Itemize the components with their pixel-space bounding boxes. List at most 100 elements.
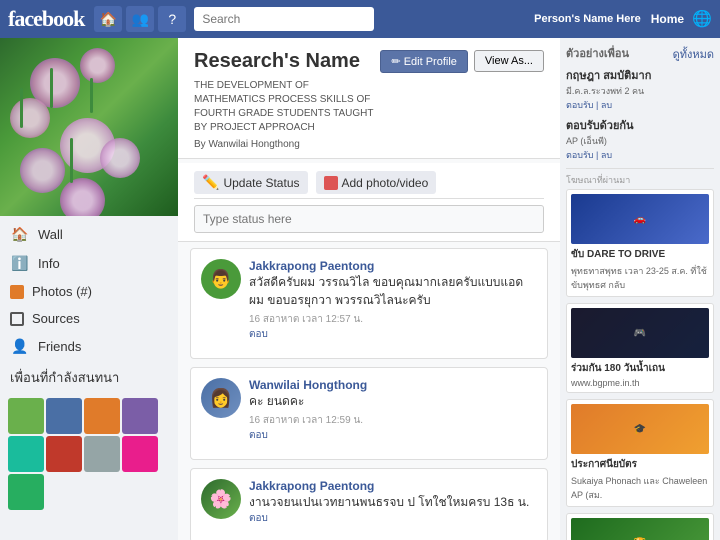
friend-thumb-7[interactable] — [84, 436, 120, 472]
friend-thumb-8[interactable] — [122, 436, 158, 472]
feed-post-1: 👨 Jakkrapong Paentong สวัสดีครับผม วรรณว… — [190, 248, 548, 359]
post-2-header: 👩 Wanwilai Hongthong คะ ยนดคะ 16 สอาหาต … — [201, 378, 537, 443]
sidebar-nav: 🏠 Wall ℹ️ Info Photos (#) Sources 👤 Frie… — [0, 216, 178, 518]
suggest-title: ตัวอย่างเพื่อน — [566, 44, 629, 62]
top-navigation: facebook 🏠 👥 ? Person's Name Here Home 🌐 — [0, 0, 720, 38]
add-photo-tab[interactable]: Add photo/video — [316, 171, 437, 194]
friend-thumb-2[interactable] — [46, 398, 82, 434]
post-2-text: คะ ยนดคะ — [249, 392, 367, 410]
post-3-header: 🌸 Jakkrapong Paentong งานวจยนเปนเวทยานพน… — [201, 479, 537, 526]
profile-by: By Wanwilai Hongthong — [194, 139, 380, 150]
search-input[interactable] — [194, 7, 374, 31]
post-3-action[interactable]: ตอบ — [249, 511, 529, 526]
home-icon[interactable]: 🏠 — [94, 6, 122, 32]
edit-profile-button[interactable]: ✏ Edit Profile — [380, 50, 467, 73]
question-icon[interactable]: ? — [158, 6, 186, 32]
post-2-name[interactable]: Wanwilai Hongthong — [249, 378, 367, 392]
sidebar-item-wall[interactable]: 🏠 Wall — [0, 220, 178, 249]
ad-4[interactable]: 🏆 ประกาศนียบัตรสถาบันวิ gscin.c — [566, 513, 714, 540]
friend-thumb-4[interactable] — [122, 398, 158, 434]
suggest-person-2-detail: AP (เอ็นพี) — [566, 134, 714, 148]
person-name: Person's Name Here — [534, 13, 641, 25]
suggest-person-1-action[interactable]: ตอบรับ | ลบ — [566, 98, 714, 112]
ad-3[interactable]: 🎓 ประกาศนียบัตร Sukaiya Phonach และ Chaw… — [566, 399, 714, 507]
friend-thumb-1[interactable] — [8, 398, 44, 434]
status-area: ✏️ Update Status Add photo/video — [178, 163, 560, 242]
sidebar-item-info[interactable]: ℹ️ Info — [0, 249, 178, 278]
ad-2[interactable]: 🎮 ร่วมกัน 180 วันน้ำเถน www.bgpme.in.th — [566, 303, 714, 393]
post-3-name[interactable]: Jakkrapong Paentong — [249, 479, 374, 493]
suggest-all-link[interactable]: ดูทั้งหมด — [673, 45, 714, 63]
profile-actions: ✏ Edit Profile View As... — [380, 50, 544, 73]
profile-image — [0, 38, 178, 216]
friends-nav-icon: 👤 — [10, 338, 30, 355]
post-1-name[interactable]: Jakkrapong Paentong — [249, 259, 374, 273]
ad-2-image: 🎮 — [571, 308, 709, 358]
left-sidebar: 🏠 Wall ℹ️ Info Photos (#) Sources 👤 Frie… — [0, 38, 178, 540]
pencil-icon: ✏️ — [202, 174, 219, 191]
post-2-avatar: 👩 — [201, 378, 241, 418]
sponsor-title: โฆษณาที่ผ่านมา — [566, 173, 714, 187]
sources-icon — [10, 312, 24, 326]
post-2-action[interactable]: ตอบ — [249, 428, 367, 443]
suggest-person-1-name: กฤษฎา สมบัติมาก — [566, 66, 714, 84]
add-photo-label: Add photo/video — [342, 176, 429, 190]
profile-info: Research's Name THE DEVELOPMENT OF MATHE… — [194, 50, 380, 150]
ad-1[interactable]: 🚗 ขับ DARE TO DRIVE พุทธทาสพุทธ เวลา 23-… — [566, 189, 714, 297]
sidebar-item-friends[interactable]: 👤 Friends — [0, 332, 178, 361]
main-layout: 🏠 Wall ℹ️ Info Photos (#) Sources 👤 Frie… — [0, 38, 720, 540]
friend-thumb-9[interactable] — [8, 474, 44, 510]
update-status-label: Update Status — [223, 176, 299, 190]
home-button[interactable]: Home — [651, 12, 684, 26]
post-2-content: Wanwilai Hongthong คะ ยนดคะ 16 สอาหาต เว… — [249, 378, 367, 443]
post-1-text: สวัสดีครับผม วรรณวิไล ขอบคุณมากเลยครับแบ… — [249, 273, 537, 309]
sidebar-item-friends-label: Friends — [38, 339, 81, 354]
friends-grid — [0, 394, 178, 514]
feed-post-2: 👩 Wanwilai Hongthong คะ ยนดคะ 16 สอาหาต … — [190, 367, 548, 460]
photos-icon — [10, 285, 24, 299]
sidebar-item-info-label: Info — [38, 256, 60, 271]
wall-icon: 🏠 — [10, 226, 30, 243]
ad-3-title: ประกาศนียบัตร — [571, 457, 709, 472]
feed: 👨 Jakkrapong Paentong สวัสดีครับผม วรรณว… — [178, 242, 560, 540]
ad-3-text: Sukaiya Phonach และ Chaweleen AP (สม. — [571, 474, 709, 502]
post-1-header: 👨 Jakkrapong Paentong สวัสดีครับผม วรรณว… — [201, 259, 537, 342]
friend-thumb-6[interactable] — [46, 436, 82, 472]
ad-1-title: ขับ DARE TO DRIVE — [571, 247, 709, 262]
ad-2-title: ร่วมกัน 180 วันน้ำเถน — [571, 361, 709, 376]
sidebar-item-photos[interactable]: Photos (#) — [0, 278, 178, 305]
update-status-tab[interactable]: ✏️ Update Status — [194, 171, 308, 194]
post-1-avatar: 👨 — [201, 259, 241, 299]
sidebar-item-photos-label: Photos (#) — [32, 284, 92, 299]
globe-icon[interactable]: 🌐 — [692, 9, 712, 29]
view-as-button[interactable]: View As... — [474, 50, 544, 72]
friend-thumb-5[interactable] — [8, 436, 44, 472]
profile-top-row: Research's Name THE DEVELOPMENT OF MATHE… — [194, 50, 544, 150]
suggest-person-2-name: ตอบรับด้วยกัน — [566, 116, 714, 134]
photo-icon — [324, 176, 338, 190]
friend-thumb-3[interactable] — [84, 398, 120, 434]
suggest-person-1-detail: มี.ค.ล.ระวงพท่ 2 คน — [566, 84, 714, 98]
post-1-action[interactable]: ตอบ — [249, 327, 537, 342]
ad-4-image: 🏆 — [571, 518, 709, 540]
ads-section: โฆษณาที่ผ่านมา 🚗 ขับ DARE TO DRIVE พุทธท… — [566, 173, 714, 540]
status-input[interactable] — [194, 205, 544, 233]
friends-icon[interactable]: 👥 — [126, 6, 154, 32]
suggest-person-2-action[interactable]: ตอบรับ | ลบ — [566, 148, 714, 162]
suggest-person-1: กฤษฎา สมบัติมาก มี.ค.ล.ระวงพท่ 2 คน ตอบร… — [566, 66, 714, 112]
profile-description: THE DEVELOPMENT OF MATHEMATICS PROCESS S… — [194, 79, 380, 135]
sidebar-item-sources[interactable]: Sources — [0, 305, 178, 332]
activity-label: เพื่อนที่กำลังสนทนา — [0, 361, 178, 394]
post-3-text: งานวจยนเปนเวทยานพนธรจบ ป โทใชใหมครบ 13ธ … — [249, 493, 529, 511]
nav-icon-group: 🏠 👥 ? — [94, 6, 186, 32]
ad-3-image: 🎓 — [571, 404, 709, 454]
suggest-person-2: ตอบรับด้วยกัน AP (เอ็นพี) ตอบรับ | ลบ — [566, 116, 714, 162]
info-icon: ℹ️ — [10, 255, 30, 272]
middle-content: Research's Name THE DEVELOPMENT OF MATHE… — [178, 38, 560, 540]
facebook-logo: facebook — [8, 6, 84, 32]
post-2-time: 16 สอาหาต เวลา 12:59 น. — [249, 413, 367, 428]
suggest-section: ตัวอย่างเพื่อน ดูทั้งหมด กฤษฎา สมบัติมาก… — [566, 44, 714, 162]
post-1-content: Jakkrapong Paentong สวัสดีครับผม วรรณวิไ… — [249, 259, 537, 342]
sidebar-item-sources-label: Sources — [32, 311, 80, 326]
sidebar-divider-1 — [566, 168, 714, 169]
